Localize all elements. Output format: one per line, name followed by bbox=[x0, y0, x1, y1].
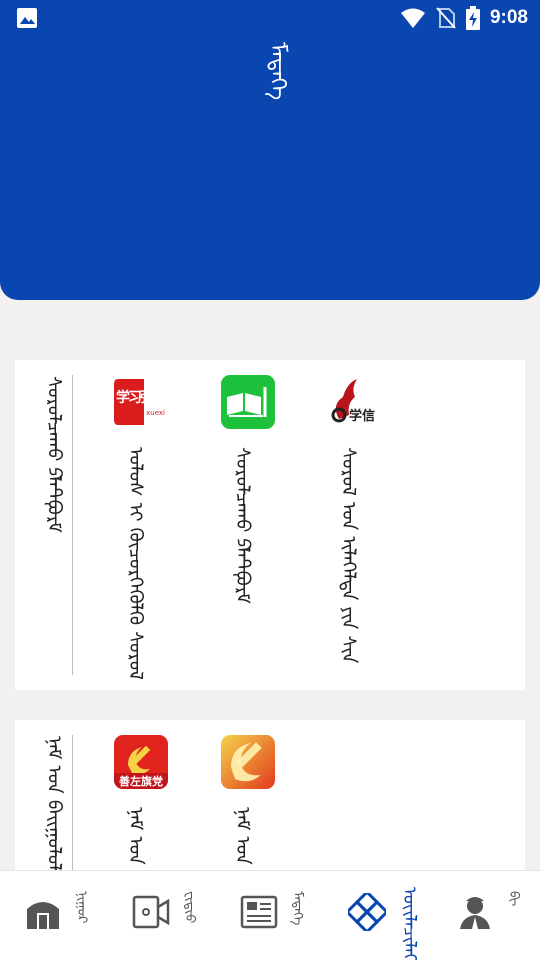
app-study-platform[interactable]: ᠰᠤᠷᠤᠯᠴᠠᠬᠤ ᠫᠯᠠᠲᠹᠤᠷᠮ bbox=[221, 375, 277, 604]
app-xuexi-qiangguo[interactable]: 学习强国 xuexi ᠤᠯᠤᠰ ᠢ ᠬᠦᠴᠦᠷᠬᠡᠭᠦᠯᠬᠦ ᠰᠤᠷᠤᠯ bbox=[114, 375, 170, 680]
knot-pattern-icon bbox=[348, 893, 386, 931]
status-time: 9:08 bbox=[489, 7, 528, 28]
app-name: ᠰᠤᠷᠤᠯᠴᠠᠬᠤ ᠫᠯᠠᠲᠹᠤᠷᠮ bbox=[231, 447, 254, 604]
tab-label: ᠦᠢᠯᠡᠴᠢᠯᠡᠭᠡ bbox=[399, 887, 420, 960]
status-bar: 9:08 bbox=[0, 0, 540, 36]
video-camera-icon bbox=[132, 895, 170, 929]
app-icon-text: 善左旗党 bbox=[114, 773, 168, 789]
bottom-tab-bar: ᠨᠢᠭᠤᠷ ᠸᠢᠳᠢᠤ ᠮᠡᠳᠡᠭᠡ ᠦᠢᠯᠡᠴᠢᠯᠡᠭᠡ ᠪᠢ bbox=[0, 870, 540, 960]
xuexi-qiangguo-icon: 学习强国 xuexi bbox=[114, 375, 168, 429]
section-divider bbox=[72, 375, 73, 675]
open-book-icon bbox=[227, 387, 267, 417]
tab-label: ᠨᠢᠭᠤᠷ bbox=[74, 891, 89, 924]
party-emblem-large-icon bbox=[221, 735, 275, 789]
section-label: ᠰᠤᠷᠤᠯᠴᠠᠬᠤ ᠫᠯᠠᠲᠹᠤᠷᠮ bbox=[43, 376, 65, 533]
app-icon-text: 学习强国 bbox=[116, 390, 166, 406]
section-card-learning: ᠰᠤᠷᠤᠯᠴᠠᠬᠤ ᠫᠯᠠᠲᠹᠤᠷᠮ 学习强国 xuexi ᠤᠯᠤᠰ ᠢ ᠬᠦᠴ… bbox=[15, 360, 525, 690]
hammer-sickle-large-icon bbox=[231, 742, 262, 782]
app-icon-text: 学信 bbox=[349, 409, 376, 424]
battery-charging-icon bbox=[465, 6, 480, 30]
tab-news[interactable]: ᠮᠡᠳᠡᠭᠡ bbox=[216, 871, 324, 960]
app-name: ᠰᠤᠷᠤᠯ ᠤᠨ ᠢᠯᠡᠭᠡᠯᠲᠡ ᠶᠢᠨ ᠰᠢᠨ bbox=[337, 447, 360, 664]
tab-home[interactable]: ᠨᠢᠭᠤᠷ bbox=[0, 871, 108, 960]
party-emblem-icon: 善左旗党 bbox=[114, 735, 168, 789]
page-title: ᠮᠡᠳᠡᠭᠡ bbox=[265, 42, 290, 101]
app-icon-subtext: xuexi bbox=[146, 409, 165, 417]
wifi-icon bbox=[400, 8, 425, 28]
person-icon bbox=[460, 897, 490, 929]
app-xuexin[interactable]: 学信 ᠰᠤᠷᠤᠯ ᠤᠨ ᠢᠯᠡᠭᠡᠯᠲᠡ ᠶᠢᠨ ᠰᠢᠨ bbox=[327, 375, 383, 663]
tab-label: ᠪᠢ bbox=[506, 891, 521, 907]
app-name: ᠤᠯᠤᠰ ᠢ ᠬᠦᠴᠦᠷᠬᠡᠭᠦᠯᠬᠦ ᠰᠤᠷᠤᠯ bbox=[124, 447, 147, 680]
tab-services[interactable]: ᠦᠢᠯᠡᠴᠢᠯᠡᠭᠡ bbox=[324, 871, 432, 960]
tab-label: ᠮᠡᠳᠡᠭᠡ bbox=[290, 891, 305, 926]
book-icon bbox=[221, 375, 275, 429]
no-sim-icon bbox=[436, 7, 456, 29]
tab-profile[interactable]: ᠪᠢ bbox=[432, 871, 540, 960]
xuexin-icon: 学信 bbox=[327, 375, 381, 429]
news-card-icon bbox=[240, 895, 278, 929]
image-icon bbox=[17, 8, 37, 28]
tab-label: ᠸᠢᠳᠢᠤ bbox=[182, 891, 197, 924]
header-banner: 9:08 ᠮᠡᠳᠡᠭᠡ bbox=[0, 0, 540, 300]
yurt-icon bbox=[27, 902, 59, 929]
tab-video[interactable]: ᠸᠢᠳᠢᠤ bbox=[108, 871, 216, 960]
